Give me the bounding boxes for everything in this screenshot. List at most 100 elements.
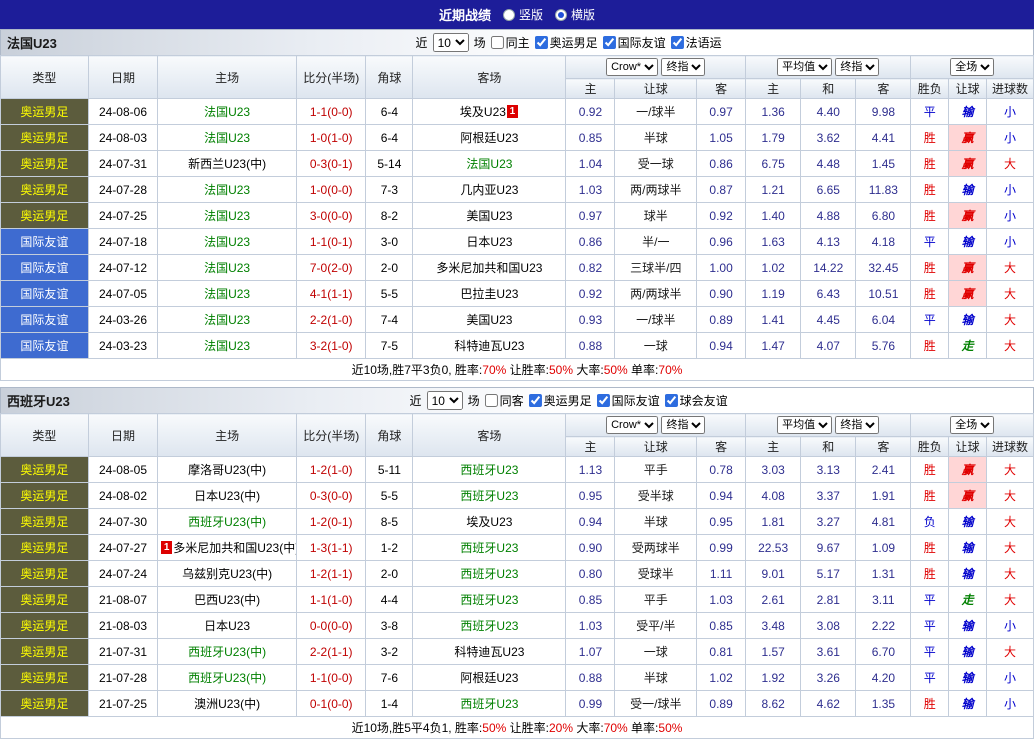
handicap-odds-group: Crow* 终指 — [565, 413, 747, 437]
team-name-text: 法国U23 — [204, 105, 251, 119]
competition-filter-1-checkbox[interactable] — [602, 36, 616, 49]
avg-odds-stage-select[interactable]: 终指 — [835, 58, 880, 76]
same-venue-checkbox[interactable] — [490, 36, 504, 49]
handicap-line: 受半球 — [614, 482, 698, 509]
page-title: 近期战绩 — [438, 8, 491, 23]
away-team: 阿根廷U23 — [412, 664, 567, 691]
match-row: 国际友谊 24-07-12 法国U23 7-0(2-0) 2-0 多米尼加共和国… — [0, 254, 1034, 281]
win-draw-loss: 胜 — [910, 280, 950, 307]
avg-draw-odds: 4.07 — [800, 332, 857, 359]
competition-filter-0-option[interactable]: 奥运男足 — [534, 34, 598, 51]
odds-stage-select[interactable]: 终指 — [661, 58, 706, 76]
handicap-away-odds: 0.87 — [696, 176, 747, 203]
handicap-home-odds: 0.92 — [565, 280, 616, 307]
avg-home-odds: 1.57 — [745, 638, 802, 665]
handicap-line: 半球 — [614, 124, 698, 151]
competition-filter-0-checkbox[interactable] — [528, 394, 542, 407]
handicap-line: 两/两球半 — [614, 176, 698, 203]
matches-table: 类型 日期 主场 比分(半场) 角球 客场 Crow* 终指 平均值 终指 全场 — [0, 413, 1034, 739]
match-count-select[interactable]: 10 — [426, 391, 463, 410]
handicap-line: 一球 — [614, 638, 698, 665]
home-team: 新西兰U23(中) — [157, 150, 297, 177]
home-team: 巴西U23(中) — [157, 586, 297, 613]
competition-filter-1-option[interactable]: 国际友谊 — [596, 392, 660, 409]
competition-type: 国际友谊 — [0, 306, 89, 333]
match-scope-select[interactable]: 全场 — [950, 58, 995, 76]
team-name-text: 法国U23 — [204, 313, 251, 327]
bookmaker-select[interactable]: Crow* — [606, 416, 659, 434]
handicap-away-odds: 1.05 — [696, 124, 747, 151]
team-name-text: 法国U23 — [466, 157, 513, 171]
same-venue-option[interactable]: 同客 — [484, 392, 524, 409]
col-corner: 角球 — [365, 55, 414, 99]
handicap-home-odds: 0.85 — [565, 124, 616, 151]
competition-filter-1-checkbox[interactable] — [596, 394, 610, 407]
avg-odds-stage-select[interactable]: 终指 — [835, 416, 880, 434]
away-team: 埃及U23 1 — [412, 98, 567, 125]
avg-home-odds: 2.61 — [745, 586, 802, 613]
vertical-layout-radio[interactable] — [502, 8, 515, 21]
match-row: 国际友谊 24-03-26 法国U23 2-2(1-0) 7-4 美国U23 0… — [0, 306, 1034, 333]
avg-away-odds: 1.35 — [855, 690, 912, 717]
summary-row: 近10场,胜7平3负0, 胜率:70% 让胜率:50% 大率:50% 单率:70… — [0, 358, 1034, 381]
avg-draw-odds: 4.13 — [800, 228, 857, 255]
corner-count: 4-4 — [365, 586, 414, 613]
avg-draw-odds: 14.22 — [800, 254, 857, 281]
match-date: 24-07-31 — [87, 150, 159, 177]
match-row: 奥运男足 24-07-24 乌兹别克U23(中) 1-2(1-1) 2-0 西班… — [0, 560, 1034, 587]
competition-type: 奥运男足 — [0, 534, 89, 561]
home-team: 法国U23 — [157, 306, 297, 333]
handicap-line: 三球半/四 — [614, 254, 698, 281]
average-odds-select[interactable]: 平均值 — [777, 416, 833, 434]
corner-count: 2-0 — [365, 560, 414, 587]
col-avg-draw: 和 — [800, 78, 857, 99]
competition-type: 奥运男足 — [0, 508, 89, 535]
handicap-away-odds: 0.95 — [696, 508, 747, 535]
home-team: 法国U23 — [157, 254, 297, 281]
bookmaker-select[interactable]: Crow* — [606, 58, 659, 76]
handicap-away-odds: 0.96 — [696, 228, 747, 255]
horizontal-layout-radio[interactable] — [555, 8, 567, 21]
avg-away-odds: 3.11 — [855, 586, 912, 613]
same-venue-checkbox[interactable] — [484, 394, 498, 407]
avg-home-odds: 9.01 — [745, 560, 802, 587]
handicap-away-odds: 0.85 — [696, 612, 747, 639]
competition-filter-0-option[interactable]: 奥运男足 — [528, 392, 592, 409]
summary-label: 近10场,胜7平3负0, 胜率: — [351, 363, 483, 377]
home-team: 摩洛哥U23(中) — [157, 456, 297, 483]
competition-filter-2-option[interactable]: 法语运 — [670, 34, 722, 51]
avg-home-odds: 4.08 — [745, 482, 802, 509]
competition-filter-2-checkbox[interactable] — [664, 394, 678, 407]
competition-filter-1-option[interactable]: 国际友谊 — [602, 34, 666, 51]
summary-label: 单率: — [627, 363, 659, 377]
match-row: 奥运男足 24-07-27 1 多米尼加共和国U23(中) 1-3(1-1) 1-… — [0, 534, 1034, 561]
avg-home-odds: 1.36 — [745, 98, 802, 125]
average-odds-select[interactable]: 平均值 — [777, 58, 833, 76]
match-date: 24-03-26 — [87, 306, 159, 333]
odds-stage-select[interactable]: 终指 — [661, 416, 706, 434]
col-home: 主场 — [157, 55, 297, 99]
competition-filter-2-checkbox[interactable] — [670, 36, 684, 49]
over-under: 大 — [985, 508, 1034, 535]
handicap-home-odds: 0.82 — [565, 254, 616, 281]
same-venue-option[interactable]: 同主 — [490, 34, 530, 51]
match-scope-select[interactable]: 全场 — [950, 416, 995, 434]
handicap-line: 受一/球半 — [614, 690, 698, 717]
team-name-text: 阿根廷U23 — [460, 131, 519, 145]
competition-filter-0-checkbox[interactable] — [534, 36, 548, 49]
team-name-text: 埃及U23 — [459, 105, 506, 119]
avg-away-odds: 6.70 — [855, 638, 912, 665]
competition-filter-2-option[interactable]: 球会友谊 — [664, 392, 728, 409]
horizontal-layout-option[interactable]: 横版 — [555, 6, 595, 23]
match-count-select[interactable]: 10 — [432, 33, 469, 52]
home-team: 1 多米尼加共和国U23(中) — [157, 534, 297, 561]
match-date: 24-07-30 — [87, 508, 159, 535]
vertical-layout-option[interactable]: 竖版 — [502, 6, 543, 23]
away-team: 西班牙U23 — [412, 690, 567, 717]
avg-draw-odds: 4.40 — [800, 98, 857, 125]
handicap-away-odds: 1.00 — [696, 254, 747, 281]
avg-away-odds: 4.81 — [855, 508, 912, 535]
avg-away-odds: 1.91 — [855, 482, 912, 509]
team-name-text: 西班牙U23 — [460, 697, 519, 711]
avg-home-odds: 3.48 — [745, 612, 802, 639]
